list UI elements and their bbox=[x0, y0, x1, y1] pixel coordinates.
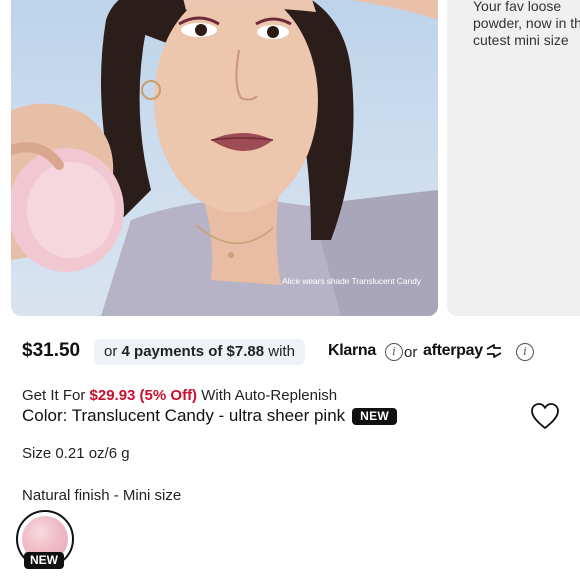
klarna-info-icon[interactable]: i bbox=[385, 343, 403, 361]
or-separator: or bbox=[404, 344, 418, 361]
afterpay-arrows-icon bbox=[486, 344, 502, 358]
heart-icon[interactable] bbox=[530, 402, 560, 430]
model-photo bbox=[11, 0, 438, 316]
image-caption: Alice wears shade Translucent Candy bbox=[282, 276, 421, 286]
color-label: Color: Translucent Candy - ultra sheer p… bbox=[22, 406, 346, 425]
replenish-suffix: With Auto-Replenish bbox=[197, 387, 338, 404]
klarna-logo: Klarna bbox=[328, 342, 376, 359]
installments-pill[interactable]: or 4 payments of $7.88 with bbox=[94, 339, 305, 365]
next-slide-text: Your fav loose powder, now in the cutest… bbox=[473, 0, 580, 48]
swatch-new-badge: NEW bbox=[24, 552, 64, 569]
product-price: $31.50 bbox=[22, 340, 81, 361]
afterpay-logo: afterpay bbox=[423, 342, 503, 360]
color-selection: Color: Translucent Candy - ultra sheer p… bbox=[22, 406, 398, 426]
installments-amount: 4 payments of $7.88 bbox=[121, 343, 265, 360]
new-badge: NEW bbox=[352, 407, 398, 425]
product-image-next[interactable]: Your fav loose powder, now in the cutest… bbox=[447, 0, 580, 316]
auto-replenish-offer: Get It For $29.93 (5% Off) With Auto-Rep… bbox=[22, 387, 337, 404]
finish-label: Natural finish - Mini size bbox=[22, 487, 182, 504]
replenish-prefix: Get It For bbox=[22, 387, 90, 404]
replenish-deal-price: $29.93 (5% Off) bbox=[89, 387, 198, 404]
product-image-main[interactable]: Alice wears shade Translucent Candy bbox=[11, 0, 438, 316]
size-label: Size 0.21 oz/6 g bbox=[22, 445, 130, 462]
afterpay-info-icon[interactable]: i bbox=[516, 343, 534, 361]
product-image-carousel[interactable]: Alice wears shade Translucent Candy Your… bbox=[0, 0, 580, 318]
installments-suffix: with bbox=[264, 343, 295, 360]
installments-prefix: or bbox=[104, 343, 122, 360]
afterpay-label: afterpay bbox=[423, 342, 483, 359]
